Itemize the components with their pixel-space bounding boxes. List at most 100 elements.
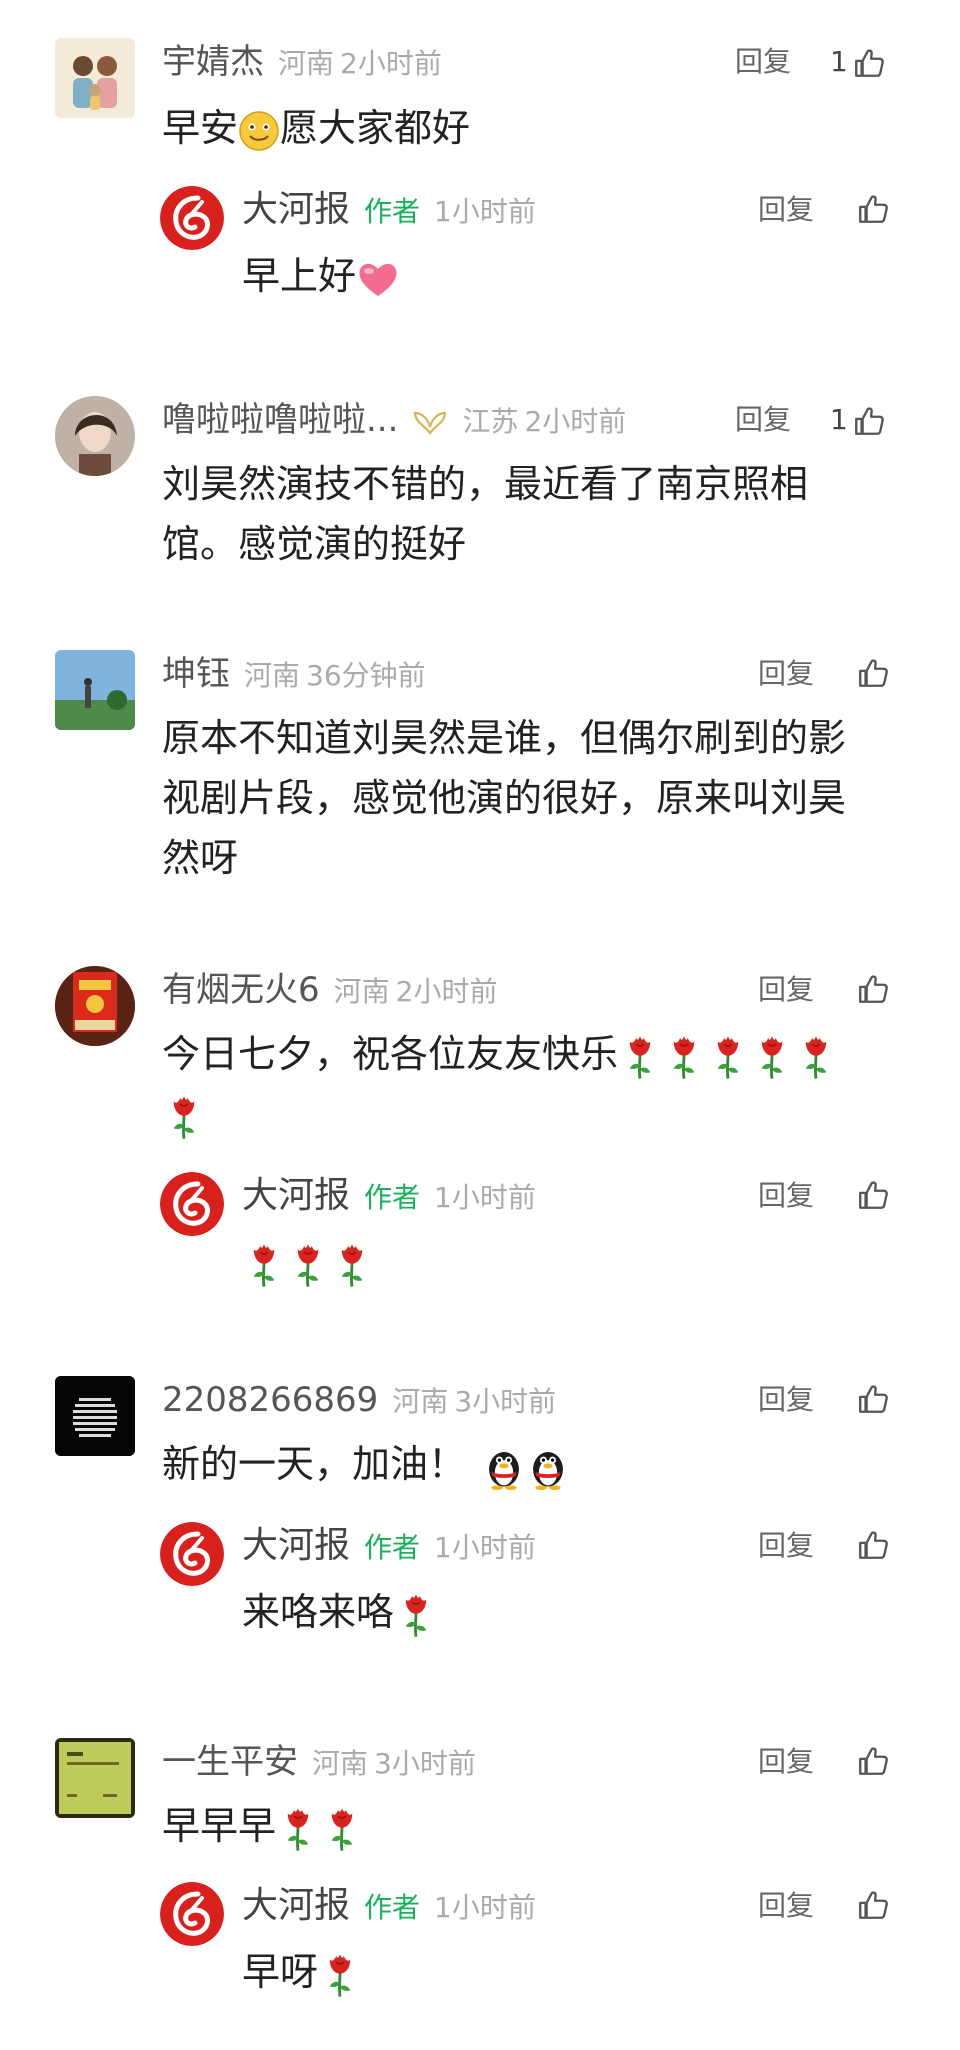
location: 河南 [312,1747,369,1780]
comment-author: 一生平安 河南 3小时前 [162,1738,476,1788]
location: 河南 [333,975,390,1008]
thumbs-up-icon[interactable] [856,656,890,690]
reply-button[interactable]: 回复 [758,1522,814,1570]
like-count: 1 [830,45,848,78]
timestamp: 2小时前 [524,405,627,438]
reply-button[interactable]: 回复 [758,1376,814,1424]
timestamp: 1小时前 [434,1531,536,1564]
author-badge: 作者 [364,1531,421,1564]
comment-text: 新的一天，加油！ [162,1434,902,1494]
comment-author: 宇婧杰 河南 2小时前 [162,38,442,88]
avatar[interactable] [55,650,135,730]
comment-author: 2208266869 河南 3小时前 [162,1376,556,1426]
comment-author: 噜啦啦噜啦啦... 江苏 2小时前 [162,396,626,446]
reply-button[interactable]: 回复 [758,966,814,1014]
reply-button[interactable]: 回复 [758,1172,814,1220]
comment-text: 刘昊然演技不错的，最近看了南京照相馆。感觉演的挺好 [162,462,809,566]
reply-author: 大河报 作者 1小时前 [242,1172,536,1222]
thumbs-up-icon [852,404,886,438]
location: 河南 [244,659,301,692]
timestamp: 1小时前 [434,1181,536,1214]
thumbs-up-icon[interactable] [856,1888,890,1922]
author-name[interactable]: 大河报 [242,1175,350,1216]
dahebao-logo-icon[interactable] [160,1172,224,1236]
rose-emoji-icon [286,1242,330,1288]
comment-author: 坤钰 河南 36分钟前 [162,650,426,700]
thumbs-up-icon[interactable] [856,1744,890,1778]
reply-text: 早呀 [242,1942,902,2002]
dahebao-logo-icon[interactable] [160,1522,224,1586]
smile-emoji-icon [239,110,279,151]
penguin-emoji-icon [526,1444,570,1490]
timestamp: 36分钟前 [306,659,426,692]
author-name[interactable]: 2208266869 [162,1380,378,1420]
comment-text: 原本不知道刘昊然是谁，但偶尔刷到的影视剧片段，感觉他演的很好，原来叫刘昊然呀 [162,716,847,880]
avatar[interactable] [55,38,135,118]
dahebao-logo-icon[interactable] [160,186,224,250]
thumbs-up-icon[interactable] [856,1528,890,1562]
rose-emoji-icon [618,1034,662,1080]
rose-emoji-icon [662,1034,706,1080]
rose-emoji-icon [276,1806,320,1852]
reply-button[interactable]: 回复 [735,396,791,444]
comment-text: 早早早 [162,1796,902,1856]
reply-author: 大河报 作者 1小时前 [242,186,536,236]
author-name[interactable]: 坤钰 [162,654,230,694]
reply-button[interactable]: 回复 [758,186,814,234]
thumbs-up-icon[interactable] [856,1382,890,1416]
like-button[interactable]: 1 [830,396,886,444]
author-name[interactable]: 大河报 [242,1885,350,1926]
avatar[interactable] [55,1376,135,1456]
gold-wings-badge-icon [414,411,447,435]
author-badge: 作者 [364,195,421,228]
author-name[interactable]: 大河报 [242,189,350,230]
reply-text: 早上好 [242,246,902,306]
rose-emoji-icon [162,1094,206,1140]
thumbs-up-icon [852,46,886,80]
thumbs-up-icon[interactable] [856,972,890,1006]
rose-emoji-icon [794,1034,838,1080]
reply-button[interactable]: 回复 [758,1882,814,1930]
timestamp: 3小时前 [454,1385,557,1418]
location: 江苏 [462,405,519,438]
reply-author: 大河报 作者 1小时前 [242,1522,536,1572]
timestamp: 2小时前 [395,975,498,1008]
reply-button[interactable]: 回复 [735,38,791,86]
thumbs-up-icon[interactable] [856,1178,890,1212]
rose-emoji-icon [750,1034,794,1080]
like-button[interactable]: 1 [830,38,886,86]
author-badge: 作者 [364,1181,421,1214]
reply-text: 来咯来咯 [242,1582,902,1642]
avatar[interactable] [55,966,135,1046]
comment-author: 有烟无火6 河南 2小时前 [162,966,497,1016]
rose-emoji-icon [320,1806,364,1852]
timestamp: 3小时前 [374,1747,476,1780]
location: 河南 [278,47,335,80]
author-name[interactable]: 大河报 [242,1525,350,1566]
rose-emoji-icon [394,1592,438,1638]
dahebao-logo-icon[interactable] [160,1882,224,1946]
rose-emoji-icon [706,1034,750,1080]
rose-emoji-icon [318,1952,362,1998]
like-count: 1 [830,403,848,436]
heart-emoji-icon [359,263,397,296]
avatar[interactable] [55,396,135,476]
comment-text: 早安 愿大家都好 [162,106,471,151]
timestamp: 1小时前 [434,1891,536,1924]
avatar[interactable] [55,1738,135,1818]
author-name[interactable]: 有烟无火6 [162,970,320,1010]
author-name[interactable]: 宇婧杰 [162,42,264,82]
author-name[interactable]: 一生平安 [162,1742,298,1782]
reply-author: 大河报 作者 1小时前 [242,1882,536,1932]
rose-emoji-icon [242,1242,286,1288]
reply-text [242,1232,902,1292]
author-name[interactable]: 噜啦啦噜啦啦... [162,400,398,440]
reply-button[interactable]: 回复 [758,1738,814,1786]
location: 河南 [392,1385,449,1418]
rose-emoji-icon [330,1242,374,1288]
reply-button[interactable]: 回复 [758,650,814,698]
timestamp: 1小时前 [434,195,536,228]
timestamp: 2小时前 [340,47,442,80]
author-badge: 作者 [364,1891,421,1924]
thumbs-up-icon[interactable] [856,192,890,226]
